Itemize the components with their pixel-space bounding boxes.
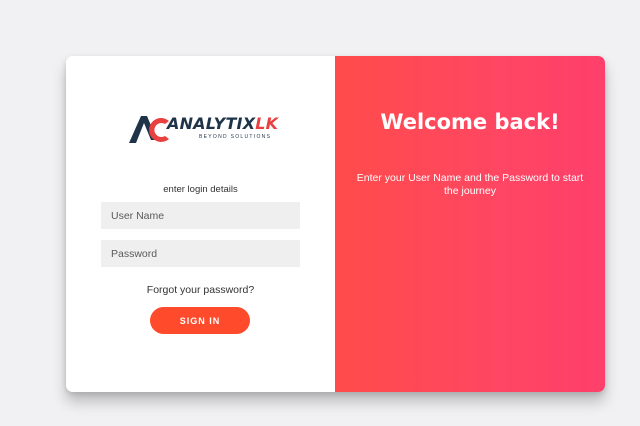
brand-logo: ANALYTIXLK BEYOND SOLUTIONS (127, 112, 287, 146)
brand-tagline: BEYOND SOLUTIONS (199, 134, 272, 140)
welcome-title: Welcome back! (380, 110, 560, 134)
login-card: ANALYTIXLK BEYOND SOLUTIONS enter login … (66, 56, 605, 392)
password-input[interactable] (101, 240, 300, 267)
sign-in-button[interactable]: SIGN IN (150, 307, 250, 334)
login-panel: ANALYTIXLK BEYOND SOLUTIONS enter login … (66, 56, 335, 392)
username-input[interactable] (101, 202, 300, 229)
forgot-password-link[interactable]: Forgot your password? (66, 284, 335, 296)
login-instruction: enter login details (163, 184, 238, 195)
brand-name: ANALYTIXLK (167, 114, 279, 133)
welcome-subtitle: Enter your User Name and the Password to… (356, 172, 584, 197)
welcome-panel: Welcome back! Enter your User Name and t… (335, 56, 605, 392)
